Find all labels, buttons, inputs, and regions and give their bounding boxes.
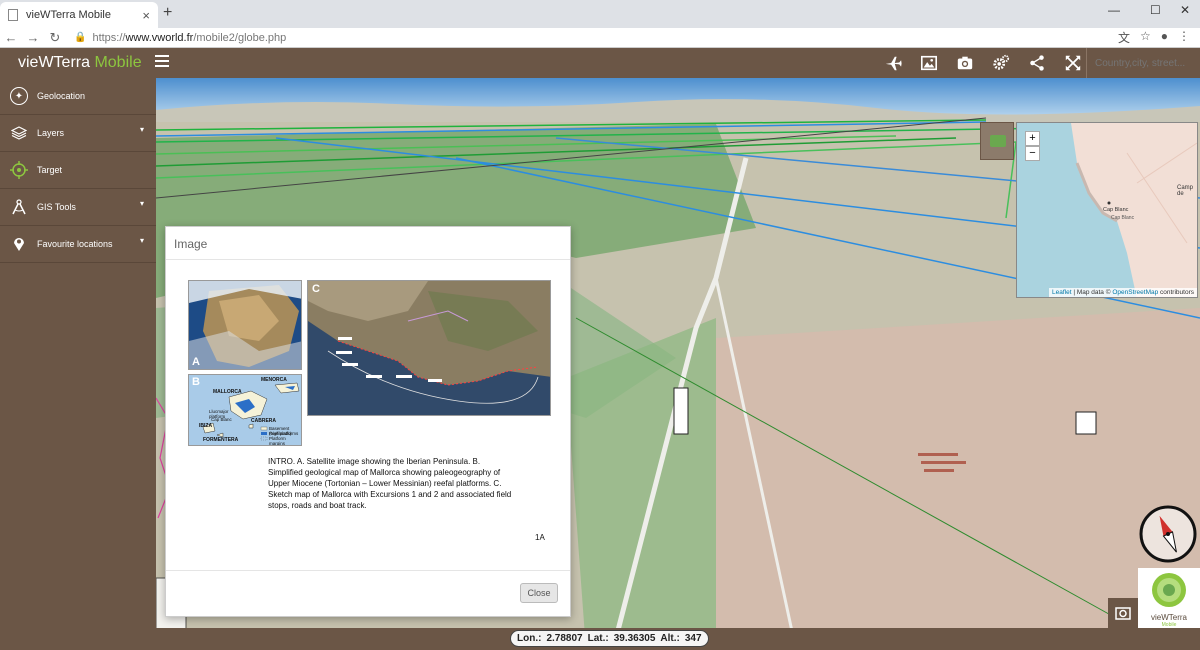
gis-tools-icon <box>10 198 28 216</box>
url-path: /mobile2/globe.php <box>193 31 287 44</box>
compass-icon: ✦ <box>10 87 28 105</box>
browser-tab[interactable]: vieWTerra Mobile × <box>0 2 158 28</box>
lon-value: 2.78807 <box>546 633 583 644</box>
lat-label: Lat.: <box>587 633 609 644</box>
forward-icon[interactable]: → <box>22 30 44 45</box>
sidebar-item-label: GIS Tools <box>37 202 76 212</box>
sidebar-item-label: Favourite locations <box>37 239 113 249</box>
page-icon <box>8 9 18 21</box>
figure-label: C <box>312 283 320 295</box>
sidebar-item-layers[interactable]: Layers ▾ <box>0 115 156 152</box>
sidebar-item-target[interactable]: Target <box>0 152 156 189</box>
figure-c-sketch-map: C <box>307 280 551 416</box>
zoom-out-button[interactable]: − <box>1025 146 1040 161</box>
settings-gears-icon[interactable] <box>992 54 1010 72</box>
zoom-in-button[interactable]: + <box>1025 131 1040 146</box>
url-host: www.vworld.fr <box>125 31 194 44</box>
logo-name: vieWTerra <box>1150 613 1187 622</box>
viewterra-logo: vieWTerra Mobile <box>1138 568 1200 628</box>
modal-title: Image <box>166 227 570 260</box>
coordinates-readout: Lon.: 2.78807 Lat.: 39.36305 Alt.: 347 <box>510 630 709 647</box>
location-search <box>1086 48 1200 78</box>
airplane-icon[interactable] <box>884 54 902 72</box>
place-label: Cap Blanc <box>1103 207 1129 213</box>
map-attribution: Leaflet | Map data © OpenStreetMap contr… <box>1048 288 1197 297</box>
app-header: vieWTerra Mobile <box>0 48 1200 78</box>
leaflet-link[interactable]: Leaflet <box>1052 289 1072 296</box>
map-pin-icon <box>10 235 28 253</box>
url-field[interactable]: 🔒 https://www.vworld.fr/mobile2/globe.ph… <box>74 32 1118 44</box>
camera-icon[interactable] <box>956 54 974 72</box>
openstreetmap-link[interactable]: OpenStreetMap <box>1112 289 1158 296</box>
hamburger-menu-icon[interactable] <box>155 55 169 69</box>
chevron-down-icon: ▾ <box>139 125 144 134</box>
fullscreen-icon[interactable] <box>1064 54 1082 72</box>
browser-menu-icon[interactable]: ⋮ <box>1178 29 1190 46</box>
screenshot-button[interactable] <box>1108 598 1138 628</box>
lon-label: Lon.: <box>517 633 542 644</box>
share-icon[interactable] <box>1028 54 1046 72</box>
logo-globe-icon <box>1152 573 1186 607</box>
lat-value: 39.36305 <box>613 633 656 644</box>
url-scheme: https:// <box>92 31 126 44</box>
sidebar-item-favourite-locations[interactable]: Favourite locations ▾ <box>0 226 156 263</box>
figure-label: A <box>192 356 200 368</box>
map-label: FORMENTERA <box>203 437 239 443</box>
close-window-icon[interactable]: ✕ <box>1180 3 1190 17</box>
alt-label: Alt.: <box>660 633 680 644</box>
attribution-text: contributors <box>1158 289 1194 296</box>
sidebar-item-label: Layers <box>37 128 65 138</box>
compass-icon[interactable] <box>1138 504 1198 564</box>
new-tab-button[interactable]: + <box>163 4 172 22</box>
lock-icon: 🔒 <box>74 32 87 43</box>
modal-footer: Close <box>166 570 570 616</box>
maximize-icon[interactable]: ☐ <box>1150 3 1161 17</box>
tab-title: vieWTerra Mobile <box>26 9 111 21</box>
translate-icon[interactable]: 文 <box>1118 29 1130 46</box>
map-label: MALLORCA <box>213 389 242 395</box>
map-label: Llucmajor platform <box>209 409 229 419</box>
place-label: Camp de <box>1177 185 1194 197</box>
map-label: MENORCA <box>261 377 287 383</box>
browser-tab-bar: vieWTerra Mobile × + — ☐ ✕ <box>0 0 1200 28</box>
address-bar: ← → ↻ 🔒 https://www.vworld.fr/mobile2/gl… <box>0 28 1200 48</box>
attribution-text: | Map data © <box>1071 289 1113 296</box>
chevron-down-icon: ▾ <box>139 236 144 245</box>
figure-a-satellite: A <box>188 280 302 370</box>
target-icon <box>10 161 28 179</box>
sidebar-item-gis-tools[interactable]: GIS Tools ▾ <box>0 189 156 226</box>
chevron-down-icon: ▾ <box>139 199 144 208</box>
image-modal: Image A B MALLORCA MENORCA Cap Blanc Llu… <box>165 226 571 617</box>
layers-icon <box>10 124 28 142</box>
minimap-toggle-button[interactable] <box>980 122 1014 160</box>
camera-icon <box>1115 607 1131 620</box>
image-caption: INTRO. A. Satellite image showing the Ib… <box>268 457 512 510</box>
overview-minimap[interactable]: Cap Blanc Cap Blanc Camp de + − Leaflet … <box>1016 122 1198 298</box>
profile-icon[interactable]: ● <box>1161 29 1168 46</box>
image-icon[interactable] <box>920 54 938 72</box>
close-button[interactable]: Close <box>520 583 558 603</box>
brand-accent: Mobile <box>94 54 142 71</box>
legend-label: Platform margins <box>269 436 286 446</box>
brand-title: vieWTerra Mobile <box>0 54 156 72</box>
sidebar-item-label: Target <box>37 165 63 175</box>
alt-value: 347 <box>684 633 702 644</box>
caption-id: 1A <box>535 533 545 542</box>
sidebar-item-geolocation[interactable]: ✦ Geolocation <box>0 78 156 115</box>
minimize-icon[interactable]: — <box>1108 3 1120 17</box>
reload-icon[interactable]: ↻ <box>44 30 66 46</box>
map-label: CABRERA <box>251 418 276 424</box>
brand-main: vieWTerra <box>18 54 95 71</box>
figure-b-geological-map: B MALLORCA MENORCA Cap Blanc Llucmajor p… <box>188 374 302 446</box>
figure-label: B <box>192 376 200 388</box>
map-label: IBIZA <box>199 423 213 429</box>
place-label: Cap Blanc <box>1111 215 1135 221</box>
close-icon[interactable]: × <box>142 8 150 23</box>
back-icon[interactable]: ← <box>0 30 22 45</box>
location-search-input[interactable] <box>1095 57 1199 69</box>
sidebar-item-label: Geolocation <box>37 91 86 101</box>
sidebar: ✦ Geolocation Layers ▾ Target GIS Tools … <box>0 78 156 650</box>
bookmark-star-icon[interactable]: ☆ <box>1140 29 1151 46</box>
